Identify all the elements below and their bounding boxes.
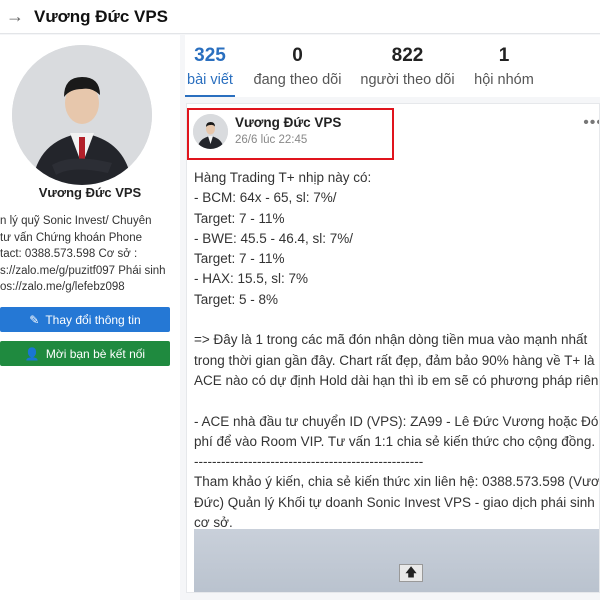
post-line: - HAX: 15.5, sl: 7% [194, 271, 309, 287]
post-line: ACE nào có dự định Hold dài hạn thì ib e… [194, 372, 600, 388]
stat-value: 822 [391, 45, 424, 66]
stat-label: người theo dõi [360, 72, 455, 88]
post-line [194, 310, 599, 330]
post-line: => Đây là 1 trong các mã đón nhận dòng t… [194, 332, 588, 348]
post-line: - ACE nhà đầu tư chuyển ID (VPS): ZA99 -… [194, 413, 600, 429]
post-image[interactable]: 🡅 [194, 529, 599, 592]
post-line [194, 391, 599, 411]
profile-name: Vương Đức VPS [38, 185, 142, 200]
profile-sidebar: Vương Đức VPS n lý quỹ Sonic Invest/ Chu… [0, 35, 180, 600]
post-line: ----------------------------------------… [194, 454, 424, 470]
post-line: Hàng Trading T+ nhịp này có: [194, 170, 372, 185]
post-line: Target: 5 - 8% [194, 291, 279, 307]
person-photo-icon [193, 114, 228, 149]
person-photo-icon [12, 45, 152, 185]
post-header: Vương Đức VPS 26/6 lúc 22:45 ••• [187, 104, 599, 160]
post-line: phí để vào Room VIP. Tư vấn 1:1 chia sẻ … [194, 433, 596, 449]
post-line: Tham khảo ý kiến, chia sẻ kiến thức xin … [194, 474, 600, 490]
post-line: Target: 7 - 11% [194, 251, 285, 267]
bio-line: tư vấn Chứng khoán Phone [0, 231, 142, 244]
post-line: - BWE: 45.5 - 46.4, sl: 7%/ [194, 230, 354, 246]
arrow-up-icon[interactable]: 🡅 [399, 564, 423, 582]
back-arrow-icon[interactable]: → [0, 0, 30, 34]
pencil-icon: ✎ [29, 312, 40, 327]
add-user-icon: 👤 [24, 346, 40, 361]
post-line: trong thời gian gần đây. Chart rất đẹp, … [194, 352, 600, 368]
edit-profile-label: Thay đổi thông tin [45, 312, 141, 327]
post-line: - BCM: 64x - 65, sl: 7%/ [194, 190, 337, 206]
invite-friends-label: Mời bạn bè kết nối [45, 346, 146, 361]
stat-value: 0 [292, 45, 303, 66]
author-avatar[interactable] [193, 114, 228, 149]
bio-line: tact: 0388.573.598 Cơ sở : [0, 248, 138, 260]
edit-profile-button[interactable]: ✎ Thay đổi thông tin [0, 307, 170, 332]
stat-label: bài viết [187, 72, 233, 88]
bio-line: os://zalo.me/g/lefebz098 [0, 281, 125, 293]
stat-label: đang theo dõi [253, 72, 342, 88]
stat-value: 325 [194, 45, 226, 66]
stat-label: hội nhóm [474, 72, 534, 88]
stat-following[interactable]: 0 đang theo dõi [250, 43, 345, 91]
stat-followers[interactable]: 822 người theo dõi [355, 43, 460, 91]
profile-stats: 325 bài viết 0 đang theo dõi 822 người t… [185, 35, 600, 97]
invite-friends-button[interactable]: 👤 Mời bạn bè kết nối [0, 341, 170, 366]
post-timestamp[interactable]: 26/6 lúc 22:45 [235, 134, 307, 146]
profile-avatar[interactable] [12, 45, 152, 185]
post-card: Vương Đức VPS 26/6 lúc 22:45 ••• Hàng Tr… [186, 103, 600, 593]
stat-value: 1 [498, 45, 510, 66]
stat-posts[interactable]: 325 bài viết [185, 43, 235, 97]
post-line: Đức) Quản lý Khối tự doanh Sonic Invest … [194, 494, 600, 510]
post-line: Target: 7 - 11% [194, 210, 285, 226]
bio-line: s://zalo.me/g/puzitf097 Phái sinh [0, 264, 166, 277]
stat-groups[interactable]: 1 hội nhóm [470, 43, 538, 91]
profile-bio: n lý quỹ Sonic Invest/ Chuyên tư vấn Chứ… [0, 213, 170, 296]
post-content: Hàng Trading T+ nhịp này có: - BCM: 64x … [194, 168, 600, 533]
bio-line: n lý quỹ Sonic Invest/ Chuyên [0, 215, 152, 227]
post-author[interactable]: Vương Đức VPS [235, 115, 341, 130]
more-horizontal-icon[interactable]: ••• [583, 114, 599, 132]
top-bar: → Vương Đức VPS [0, 0, 600, 34]
page-title: Vương Đức VPS [34, 6, 169, 26]
